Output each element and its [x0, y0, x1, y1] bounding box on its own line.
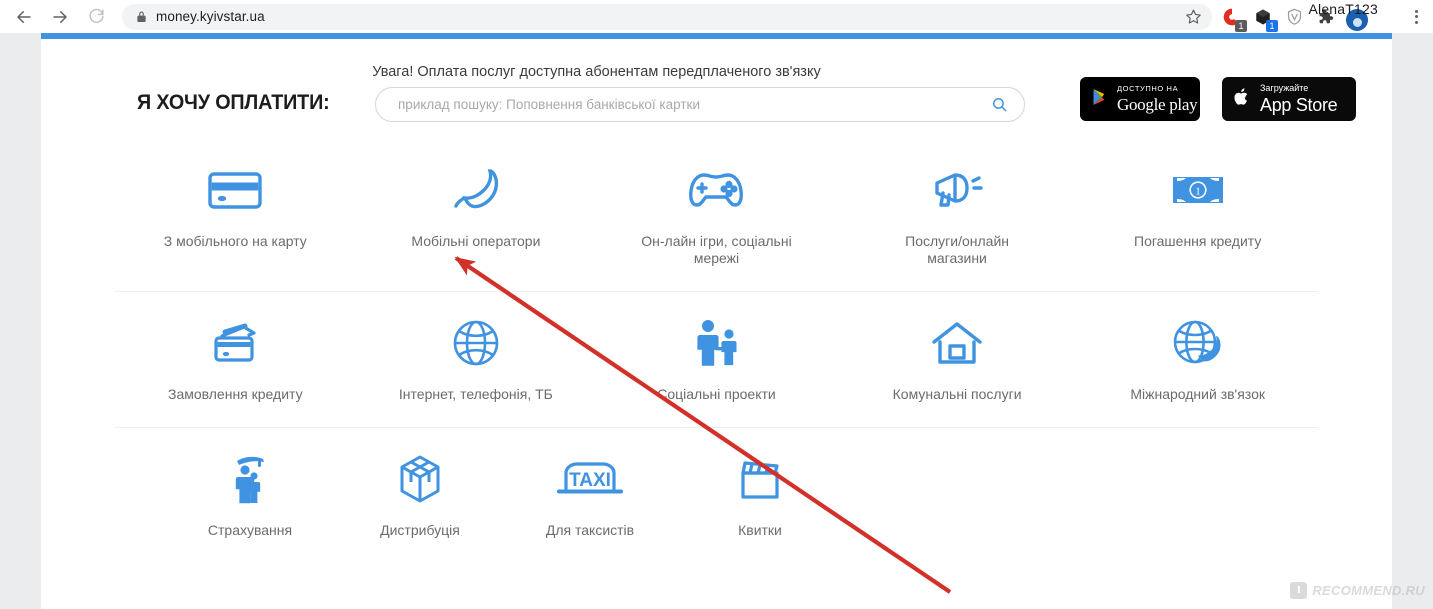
service-label: Міжнародний зв'язок — [1130, 386, 1265, 403]
search-box[interactable] — [375, 87, 1025, 122]
google-play-big-label: Google play — [1117, 94, 1198, 114]
service-item-distribution[interactable]: Дистрибуція — [335, 450, 505, 539]
service-row: Замовлення кредиту Інтернет, телефонія, … — [115, 291, 1318, 427]
banknote-icon: 1 — [1170, 161, 1226, 219]
service-label: Погашення кредиту — [1134, 233, 1262, 249]
service-row: Страхування Дистрибуція TAXI Для таксист… — [115, 427, 1318, 563]
watermark-badge: I — [1290, 581, 1308, 599]
google-play-icon — [1092, 88, 1108, 111]
app-store-button[interactable]: Загружайте App Store — [1222, 77, 1356, 121]
back-arrow-icon — [17, 10, 31, 23]
lock-icon — [136, 10, 147, 23]
service-item-international-calls[interactable]: Міжнародний зв'язок — [1077, 314, 1318, 403]
back-button[interactable] — [8, 1, 40, 33]
phone-handset-icon — [450, 161, 502, 219]
open-box-icon — [394, 450, 446, 508]
app-store-big-label: App Store — [1260, 95, 1338, 115]
service-item-tickets[interactable]: Квитки — [675, 450, 845, 539]
bookmark-star-icon[interactable] — [1185, 8, 1202, 25]
watermark-text: RECOMMEND.RU — [1312, 582, 1425, 598]
profile-name: AlenaT123 — [1308, 0, 1378, 17]
google-play-small-label: Доступно на — [1117, 84, 1179, 94]
house-icon — [929, 314, 985, 372]
service-item-loan-repayment[interactable]: 1 Погашення кредиту — [1077, 161, 1318, 267]
navigation-buttons — [0, 1, 112, 33]
extension-icons: 1 1 AlenaT123 — [1218, 1, 1433, 32]
google-play-button[interactable]: Доступно на Google play — [1080, 77, 1200, 121]
service-label: Дистрибуція — [380, 522, 460, 539]
service-label: Комунальні послуги — [892, 386, 1022, 403]
service-item-services-online-shops[interactable]: Послуги/онлайн магазини — [837, 161, 1078, 267]
reload-icon — [88, 8, 104, 23]
store-badges: Доступно на Google play Загружайте App S… — [1080, 77, 1356, 121]
service-item-mobile-to-card[interactable]: З мобільного на карту — [115, 161, 356, 267]
service-label: Для таксистів — [545, 522, 635, 539]
globe-icon — [451, 314, 501, 372]
search-input[interactable] — [398, 97, 988, 112]
clapperboard-icon — [735, 450, 785, 508]
three-dot-menu-icon[interactable] — [1405, 3, 1427, 31]
address-bar[interactable]: money.kyivstar.ua — [122, 3, 1212, 30]
service-item-loan-request[interactable]: Замовлення кредиту — [115, 314, 356, 403]
two-cards-icon — [206, 314, 264, 372]
service-label: Квитки — [738, 522, 782, 539]
service-item-internet-telephony-tv[interactable]: Інтернет, телефонія, ТБ — [356, 314, 597, 403]
profile-button[interactable]: AlenaT123 — [1308, 1, 1378, 31]
page-header: Увага! Оплата послуг доступна абонентам … — [41, 39, 1392, 135]
service-item-for-taxi-drivers[interactable]: TAXI Для таксистів — [505, 450, 675, 539]
service-item-utilities[interactable]: Комунальні послуги — [837, 314, 1078, 403]
page-title: Я ХОЧУ ОПЛАТИТИ: — [137, 90, 330, 114]
page-content: Увага! Оплата послуг доступна абонентам … — [41, 33, 1392, 609]
globe-phone-icon — [1171, 314, 1225, 372]
avatar-head — [1352, 18, 1362, 27]
address-bar-url: money.kyivstar.ua — [156, 9, 265, 24]
screenshot-root: money.kyivstar.ua 1 1 AlenaT123 Увага! О… — [0, 0, 1433, 609]
adblock-extension-icon[interactable]: 1 — [1218, 3, 1247, 32]
service-label: З мобільного на карту — [163, 233, 307, 249]
service-item-mobile-operators[interactable]: Мобільні оператори — [356, 161, 597, 267]
search-icon[interactable] — [988, 94, 1010, 116]
service-item-insurance[interactable]: Страхування — [165, 450, 335, 539]
service-label: Інтернет, телефонія, ТБ — [398, 386, 553, 403]
service-row: З мобільного на карту Мобільні оператори — [115, 135, 1318, 291]
service-label: Он-лайн ігри, соціальні мережі — [641, 233, 792, 267]
umbrella-family-icon — [225, 450, 275, 508]
service-label: Замовлення кредиту — [167, 386, 303, 403]
credit-card-icon — [206, 161, 264, 219]
gamepad-icon — [685, 161, 747, 219]
service-label: Соціальні проекти — [657, 386, 776, 403]
megaphone-icon — [929, 161, 985, 219]
service-item-social-projects[interactable]: Соціальні проекти — [596, 314, 837, 403]
app-store-small-label: Загружайте — [1260, 83, 1309, 93]
forward-button[interactable] — [44, 1, 76, 33]
adult-child-icon — [689, 314, 743, 372]
reload-button[interactable] — [80, 1, 112, 33]
apple-icon — [1234, 87, 1251, 112]
service-label: Мобільні оператори — [411, 233, 541, 249]
taxi-sign-icon: TAXI — [552, 450, 628, 508]
service-grid: З мобільного на карту Мобільні оператори — [41, 135, 1392, 563]
forward-arrow-icon — [53, 10, 67, 23]
svg-text:TAXI: TAXI — [569, 470, 611, 491]
shield-extension-icon[interactable] — [1280, 3, 1308, 31]
adblock-badge: 1 — [1235, 19, 1247, 32]
service-label: Послуги/онлайн магазини — [905, 233, 1009, 267]
service-item-online-games[interactable]: Он-лайн ігри, соціальні мережі — [596, 161, 837, 267]
package-tracker-extension-icon[interactable]: 1 — [1249, 3, 1278, 32]
watermark: I RECOMMEND.RU — [1290, 579, 1425, 601]
browser-toolbar: money.kyivstar.ua 1 1 AlenaT123 — [0, 0, 1433, 33]
service-label: Страхування — [207, 522, 293, 539]
package-badge: 1 — [1266, 19, 1278, 32]
svg-text:1: 1 — [1195, 186, 1201, 198]
